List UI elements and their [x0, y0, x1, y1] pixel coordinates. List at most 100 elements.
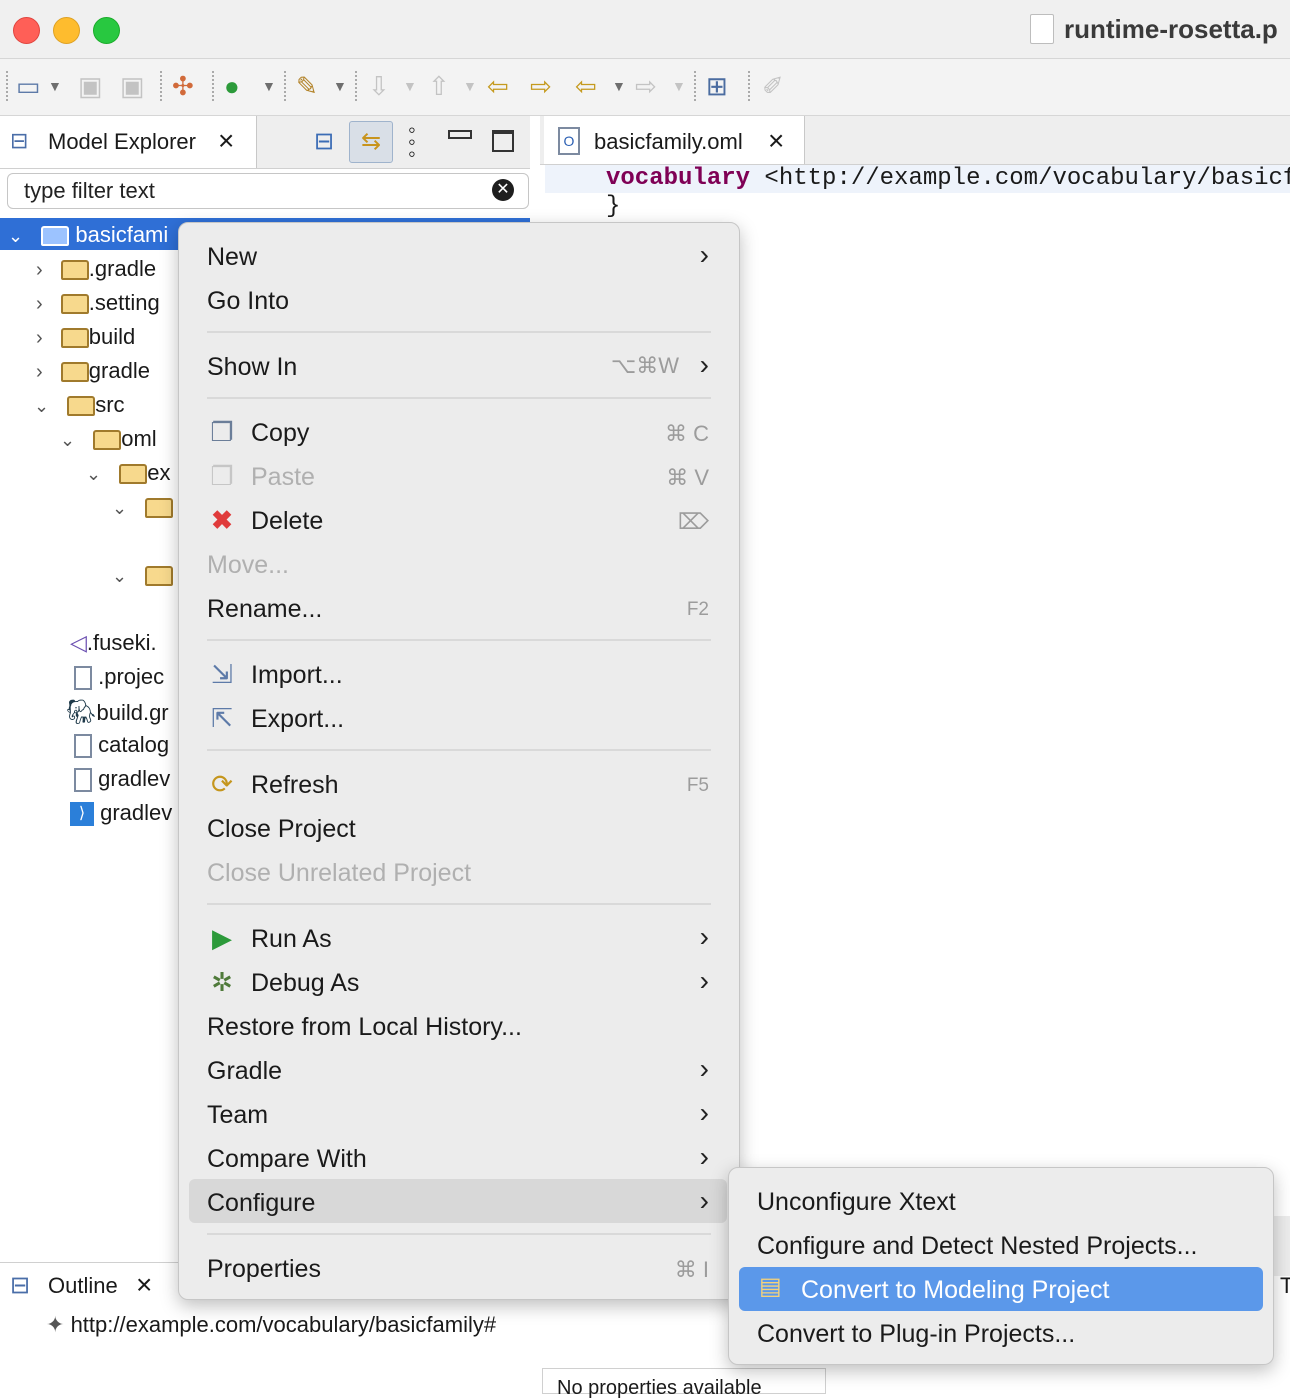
run-dropdown-icon[interactable]: ▼ — [262, 71, 276, 101]
save-all-icon[interactable]: ▣ — [120, 71, 145, 101]
build-dropdown-icon[interactable]: ▼ — [333, 71, 347, 101]
collapse-all-icon[interactable]: ⊟ — [314, 127, 334, 156]
chevron-down-icon[interactable]: ⌄ — [86, 464, 101, 484]
menu-item-label: Configure — [207, 1189, 316, 1217]
menu-item-go-into[interactable]: Go Into — [207, 287, 289, 316]
tree-item[interactable]: › gradle — [36, 358, 150, 384]
back-dropdown-icon[interactable]: ▼ — [612, 71, 626, 101]
tree-item[interactable]: › .setting — [36, 290, 160, 316]
close-icon[interactable]: × — [768, 125, 784, 157]
tab-model-explorer[interactable]: ⊟ Model Explorer × — [0, 116, 257, 168]
menu-item-show-in[interactable]: Show In — [207, 353, 297, 382]
tree-item[interactable]: ◁.fuseki. — [70, 630, 157, 656]
tree-item[interactable]: gradlev — [74, 766, 170, 793]
close-icon[interactable]: × — [136, 1269, 152, 1301]
open-perspective-icon[interactable]: ⊞ — [706, 71, 728, 101]
menu-item-label: Copy — [251, 419, 310, 447]
previous-annotation-icon[interactable]: ⇧ — [428, 71, 450, 101]
tree-item[interactable]: › build — [36, 324, 135, 350]
forward-icon[interactable]: ⇨ — [635, 71, 657, 101]
code-editor[interactable]: vocabulary <http://example.com/vocabular… — [606, 165, 1290, 221]
close-icon[interactable]: × — [218, 125, 234, 157]
tree-item[interactable]: ⟩ gradlev — [70, 800, 172, 827]
menu-item-compare-with[interactable]: Compare With — [207, 1145, 367, 1174]
menu-item-copy[interactable]: Copy — [251, 419, 309, 448]
tree-item[interactable]: ⌄ ex — [86, 460, 170, 486]
chevron-right-icon[interactable]: › — [36, 327, 43, 349]
tree-item[interactable]: ⌄ src — [34, 392, 125, 418]
maximize-window-button[interactable] — [93, 17, 120, 44]
new-dropdown-icon[interactable]: ▼ — [48, 71, 62, 101]
outline-item[interactable]: ✦ http://example.com/vocabulary/basicfam… — [46, 1312, 496, 1338]
minimize-window-button[interactable] — [53, 17, 80, 44]
tree-item-label: build — [88, 324, 136, 349]
save-icon[interactable]: ▣ — [78, 71, 103, 101]
menu-item-properties[interactable]: Properties — [207, 1255, 321, 1284]
menu-item-export[interactable]: Export... — [251, 705, 344, 734]
menu-item-close-unrelated-project[interactable]: Close Unrelated Project — [207, 859, 471, 888]
tree-item-project[interactable]: ⌄ basicfami — [8, 222, 168, 248]
menu-item-convert-to-modeling-project[interactable]: Convert to Modeling Project — [801, 1276, 1109, 1305]
menu-item-close-project[interactable]: Close Project — [207, 815, 356, 844]
tree-item[interactable]: catalog — [74, 732, 169, 759]
menu-item-team[interactable]: Team — [207, 1101, 268, 1130]
close-window-button[interactable] — [13, 17, 40, 44]
chevron-down-icon[interactable]: ⌄ — [8, 226, 23, 246]
menu-item-restore-local-history[interactable]: Restore from Local History... — [207, 1013, 522, 1042]
chevron-right-icon[interactable]: › — [36, 293, 43, 315]
tree-item[interactable]: .projec — [74, 664, 165, 691]
view-menu-icon[interactable]: ◦ ◦ ◦ — [408, 119, 416, 165]
previous-annotation-dropdown-icon[interactable]: ▼ — [463, 71, 477, 101]
back-icon[interactable]: ⇦ — [575, 71, 597, 101]
next-edit-icon[interactable]: ⇨ — [530, 71, 552, 101]
menu-item-debug-as[interactable]: Debug As — [251, 969, 359, 998]
clear-filter-icon[interactable]: ✕ — [492, 179, 514, 201]
menu-item-rename[interactable]: Rename... — [207, 595, 322, 624]
tree-item[interactable]: › .gradle — [36, 256, 156, 282]
chevron-down-icon[interactable]: ⌄ — [112, 498, 127, 518]
chevron-right-icon[interactable]: › — [36, 259, 43, 281]
new-icon[interactable]: ▭ — [16, 71, 41, 101]
maximize-icon[interactable] — [492, 130, 514, 152]
tree-item[interactable]: ⌄ oml — [60, 426, 157, 452]
menu-item-paste[interactable]: Paste — [251, 463, 315, 492]
forward-dropdown-icon[interactable]: ▼ — [672, 71, 686, 101]
next-annotation-icon[interactable]: ⇩ — [368, 71, 390, 101]
file-icon — [74, 666, 92, 691]
modeling-project-icon: ▤ — [759, 1273, 782, 1300]
menu-item-refresh[interactable]: Refresh — [251, 771, 339, 800]
menu-item-move[interactable]: Move... — [207, 551, 289, 580]
menu-item-run-as[interactable]: Run As — [251, 925, 332, 954]
chevron-right-icon[interactable]: › — [36, 361, 43, 383]
next-annotation-dropdown-icon[interactable]: ▼ — [403, 71, 417, 101]
build-icon[interactable]: ✎ — [296, 71, 318, 101]
menu-item-import[interactable]: Import... — [251, 661, 343, 690]
menu-item-new[interactable]: New — [207, 243, 257, 272]
publish-icon[interactable]: ✣ — [172, 71, 194, 101]
chevron-down-icon[interactable]: ⌄ — [60, 430, 75, 450]
tree-item[interactable]: ⌄ — [112, 562, 174, 588]
last-edit-icon[interactable]: ⇦ — [487, 71, 509, 101]
pen-icon[interactable]: ✐ — [762, 71, 784, 101]
tree-item[interactable]: 🐘︎build.gr — [66, 698, 169, 727]
menu-item-configure[interactable]: Configure — [207, 1189, 315, 1218]
minimize-icon[interactable] — [448, 130, 472, 139]
tree-item-label: .projec — [98, 664, 165, 689]
tree-item[interactable]: ⌄ — [112, 494, 174, 520]
tree-item-label: ex — [147, 460, 171, 485]
filter-field[interactable]: ✕ — [7, 173, 529, 209]
menu-item-delete[interactable]: Delete — [251, 507, 323, 536]
run-icon[interactable]: ● — [224, 71, 240, 101]
tree-item-label: basicfami — [75, 222, 169, 247]
menu-item-convert-to-plugin-projects[interactable]: Convert to Plug-in Projects... — [757, 1320, 1075, 1349]
shortcut-label: ⌘ I — [674, 1257, 709, 1282]
menu-item-configure-nested-projects[interactable]: Configure and Detect Nested Projects... — [757, 1232, 1198, 1261]
filter-input[interactable] — [22, 177, 486, 205]
tab-basicfamily-oml[interactable]: O basicfamily.oml × — [544, 116, 805, 164]
menu-item-unconfigure-xtext[interactable]: Unconfigure Xtext — [757, 1188, 956, 1217]
chevron-down-icon[interactable]: ⌄ — [34, 396, 49, 416]
menu-item-gradle[interactable]: Gradle — [207, 1057, 282, 1086]
menu-item-label: Convert to Plug-in Projects... — [757, 1320, 1076, 1348]
chevron-down-icon[interactable]: ⌄ — [112, 566, 127, 586]
link-with-editor-icon[interactable]: ⇆ — [349, 121, 393, 163]
